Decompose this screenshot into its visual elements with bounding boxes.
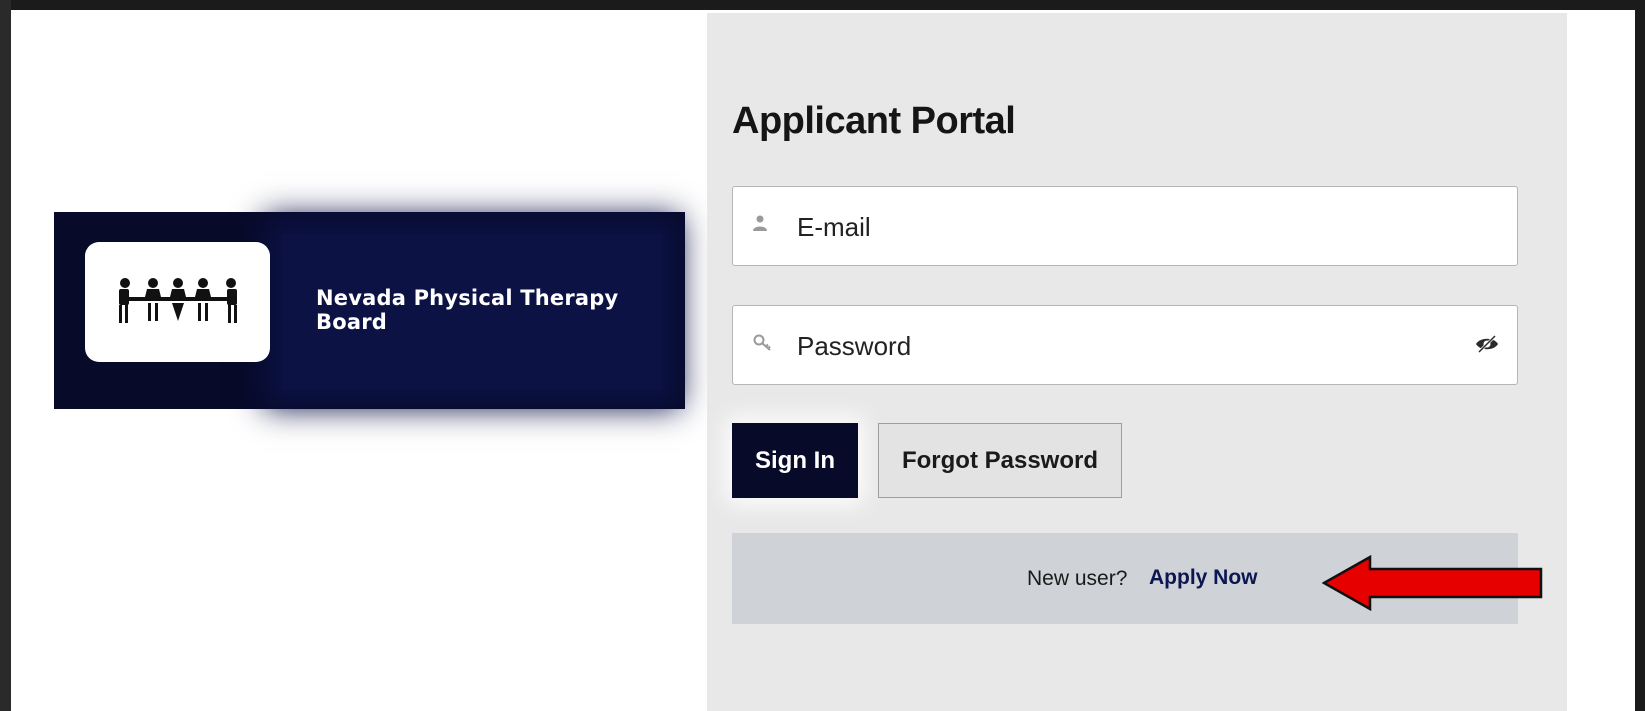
meeting-people-icon — [119, 278, 237, 323]
new-user-text: New user? — [1027, 567, 1128, 590]
key-icon — [753, 334, 771, 351]
user-icon — [753, 215, 767, 231]
email-field[interactable] — [732, 186, 1518, 266]
org-name: Nevada Physical Therapy Board — [316, 286, 619, 334]
eye-slash-icon[interactable] — [1475, 334, 1499, 354]
red-arrow-annotation — [1322, 555, 1543, 611]
email-input[interactable] — [795, 205, 1439, 249]
apply-now-link[interactable]: Apply Now — [1149, 566, 1258, 590]
new-user-bar: New user? Apply Now — [732, 533, 1543, 624]
forgot-password-button[interactable]: Forgot Password — [878, 423, 1122, 498]
logo-banner: Nevada Physical Therapy Board — [54, 212, 685, 409]
screen-frame-left — [0, 0, 11, 711]
applicant-portal-panel: Applicant Portal Sign In Forgot Password… — [707, 13, 1567, 711]
page-title: Applicant Portal — [732, 100, 1016, 142]
sign-in-button[interactable]: Sign In — [732, 423, 858, 498]
password-field[interactable] — [732, 305, 1518, 385]
logo — [85, 242, 270, 362]
screen-frame-top — [0, 0, 1645, 10]
screen-frame-right — [1635, 0, 1645, 711]
password-input[interactable] — [795, 324, 1439, 368]
